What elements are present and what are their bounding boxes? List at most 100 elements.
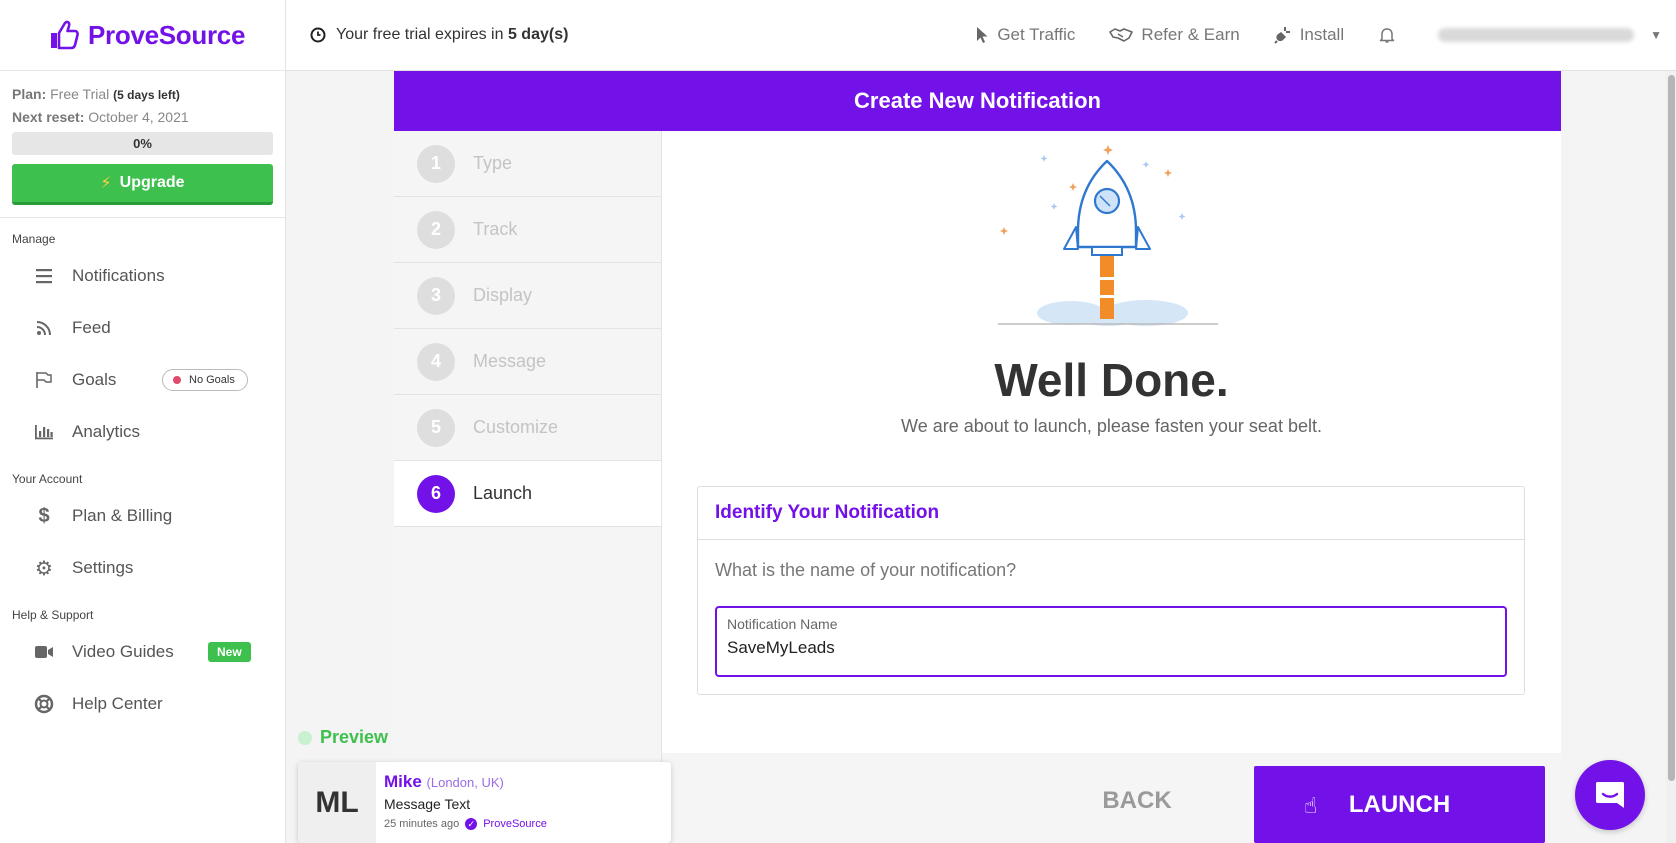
menu-lines-icon: [34, 266, 54, 286]
sidebar-item-label: Notifications: [72, 266, 165, 285]
scrollbar-thumb[interactable]: [1668, 75, 1675, 781]
page-scrollbar[interactable]: [1666, 71, 1676, 843]
rss-icon: [34, 318, 54, 338]
step-label: Type: [473, 153, 513, 173]
sidebar-item-settings[interactable]: ⚙ Settings: [0, 542, 285, 594]
usage-progress-bar: 0%: [12, 132, 273, 155]
step-track[interactable]: 2 Track: [394, 197, 661, 263]
sidebar-item-label: Goals: [72, 370, 117, 389]
create-notification-wizard: Create New Notification 1 Type 2 Track 3…: [394, 71, 1561, 843]
launch-label: LAUNCH: [1348, 790, 1451, 818]
handshake-icon: [1109, 28, 1134, 42]
flag-icon: [34, 370, 54, 390]
preview-time: 25 minutes ago: [384, 818, 460, 830]
section-help-support: Help & Support: [12, 608, 94, 622]
reset-line: Next reset: October 4, 2021: [12, 106, 273, 128]
plan-line: Plan: Free Trial (5 days left): [12, 83, 273, 106]
bar-chart-icon: [34, 422, 54, 442]
pointer-icon: [977, 27, 988, 43]
preview-body: Mike (London, UK) Message Text 25 minute…: [376, 762, 547, 843]
step-label: Message: [473, 351, 547, 371]
preview-meta: 25 minutes ago ✓ ProveSource: [384, 818, 547, 830]
reset-date: October 4, 2021: [88, 109, 189, 125]
step-label: Display: [473, 285, 533, 305]
preview-label: Preview: [298, 727, 388, 748]
sidebar-item-feed[interactable]: Feed: [0, 302, 285, 354]
preview-name: Mike: [384, 772, 422, 791]
sidebar-item-label: Settings: [72, 558, 134, 577]
step-number: 6: [417, 474, 455, 513]
chat-launcher-button[interactable]: [1575, 760, 1645, 830]
preview-dot: [298, 730, 312, 745]
step-customize[interactable]: 5 Customize: [394, 395, 661, 461]
logo[interactable]: ProveSource: [0, 0, 285, 71]
reset-label: Next reset:: [12, 109, 85, 125]
step-type[interactable]: 1 Type: [394, 131, 661, 197]
get-traffic-label: Get Traffic: [997, 25, 1076, 44]
step-number: 3: [417, 276, 455, 315]
chevron-down-icon[interactable]: ▼: [1650, 28, 1662, 42]
sidebar-item-help-center[interactable]: Help Center: [0, 678, 285, 730]
preview-message: Message Text: [384, 796, 471, 812]
clock-icon: [310, 27, 326, 43]
status-dot: [173, 376, 181, 384]
section-manage: Manage: [12, 232, 56, 246]
identify-title: Identify Your Notification: [698, 487, 1524, 540]
notifications-bell[interactable]: [1378, 26, 1404, 44]
step-label: Customize: [473, 417, 559, 437]
install-link[interactable]: Install: [1273, 25, 1344, 45]
sidebar-item-goals[interactable]: Goals No Goals: [0, 354, 285, 406]
upgrade-button[interactable]: ⚡ Upgrade: [12, 164, 273, 205]
life-ring-icon: [34, 694, 54, 714]
plan-days-left: (5 days left): [113, 88, 180, 102]
sidebar-item-label: Help Center: [72, 694, 163, 713]
notification-preview-card[interactable]: ML Mike (London, UK) Message Text 25 min…: [298, 762, 671, 843]
section-your-account: Your Account: [12, 472, 83, 486]
refer-earn-link[interactable]: Refer & Earn: [1109, 25, 1240, 45]
sidebar-item-label: Analytics: [72, 422, 141, 441]
account-email-blurred[interactable]: [1438, 28, 1635, 42]
wizard-title: Create New Notification: [394, 71, 1561, 131]
sidebar-item-notifications[interactable]: Notifications: [0, 250, 285, 302]
step-label: Track: [473, 219, 518, 239]
plug-icon: [1273, 27, 1290, 44]
step-number: 5: [417, 408, 455, 447]
trial-days: 5 day(s): [507, 26, 569, 43]
refer-earn-label: Refer & Earn: [1141, 25, 1240, 44]
hand-cursor-icon: ☝: [1304, 793, 1318, 818]
avatar: ML: [298, 762, 376, 843]
sidebar-item-label: Video Guides: [72, 642, 174, 661]
get-traffic-link[interactable]: Get Traffic: [975, 25, 1075, 45]
step-launch[interactable]: 6 Launch: [394, 461, 661, 527]
preview-location: (London, UK): [426, 775, 504, 790]
preview-brand: ProveSource: [483, 818, 547, 830]
sidebar-item-analytics[interactable]: Analytics: [0, 406, 285, 458]
notification-name-input[interactable]: [727, 638, 1487, 658]
plan-summary: Plan: Free Trial (5 days left) Next rese…: [0, 71, 285, 218]
upgrade-label: Upgrade: [119, 174, 185, 191]
trial-notice: Your free trial expires in 5 day(s): [310, 26, 568, 44]
thumbs-up-icon: [51, 20, 79, 50]
step-number: 1: [417, 144, 455, 183]
sidebar-item-video-guides[interactable]: Video Guides New: [0, 626, 285, 678]
plan-label: Plan:: [12, 86, 47, 102]
top-bar: Your free trial expires in 5 day(s) Get …: [286, 0, 1676, 71]
notification-name-field[interactable]: Notification Name: [715, 606, 1507, 677]
step-message[interactable]: 4 Message: [394, 329, 661, 395]
no-goals-badge: No Goals: [162, 369, 248, 391]
step-number: 2: [417, 210, 455, 249]
dollar-icon: $: [38, 504, 50, 527]
preview-label-text: Preview: [320, 727, 389, 747]
step-display[interactable]: 3 Display: [394, 263, 661, 329]
usage-progress-label: 0%: [133, 136, 152, 151]
chat-icon: [1596, 782, 1624, 808]
back-button[interactable]: BACK: [1072, 783, 1202, 819]
new-badge: New: [208, 642, 251, 662]
wizard-footer: BACK ☝ LAUNCH: [662, 753, 1561, 843]
launch-subtitle: We are about to launch, please fasten yo…: [901, 416, 1322, 436]
trial-text: Your free trial expires in: [336, 26, 504, 43]
launch-button[interactable]: ☝ LAUNCH: [1254, 766, 1545, 843]
sidebar-item-plan-billing[interactable]: $ Plan & Billing: [0, 490, 285, 542]
step-number: 4: [417, 342, 455, 381]
preview-name-line: Mike (London, UK): [384, 772, 547, 792]
